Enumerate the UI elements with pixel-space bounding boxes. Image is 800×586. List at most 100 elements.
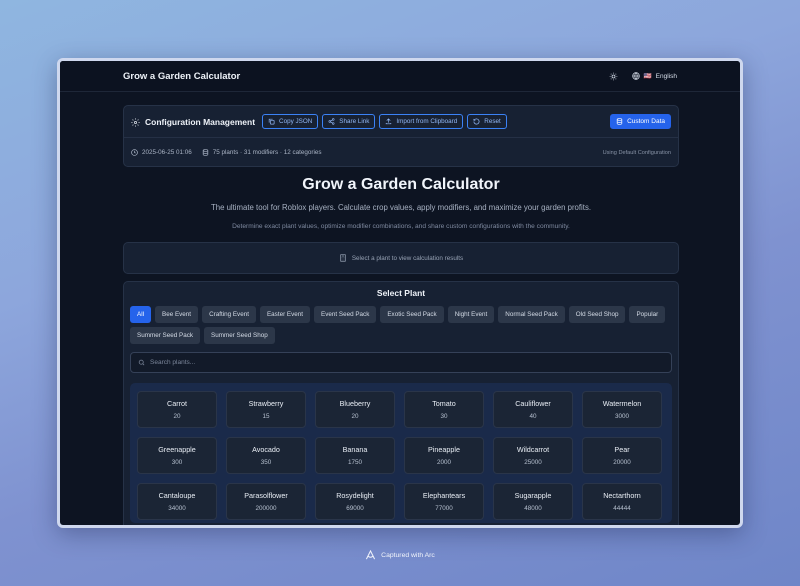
custom-data-button[interactable]: Custom Data — [610, 114, 671, 129]
database-icon — [616, 118, 623, 125]
plant-value: 44444 — [613, 505, 631, 512]
plant-name: Cantaloupe — [158, 491, 196, 500]
language-selector[interactable]: 🇺🇸 English — [631, 72, 677, 80]
plant-card[interactable]: Greenapple 300 — [137, 437, 217, 474]
select-plant-panel: Select Plant All Bee Event Crafting Event E… — [123, 281, 679, 525]
plant-card[interactable]: Elephantears 77000 — [404, 483, 484, 520]
custom-data-label: Custom Data — [627, 118, 665, 125]
reset-button[interactable]: Reset — [467, 114, 507, 129]
plant-card[interactable]: Banana 1750 — [315, 437, 395, 474]
search-box — [130, 352, 672, 373]
clock-icon — [131, 149, 138, 156]
plant-name: Strawberry — [248, 399, 284, 408]
filter-chip[interactable]: Easter Event — [259, 306, 311, 323]
plant-name: Cauliflower — [515, 399, 551, 408]
captured-with-arc: Captured with Arc — [0, 550, 800, 560]
plant-card[interactable]: Nectarthorn 44444 — [582, 483, 662, 520]
search-icon — [138, 354, 145, 372]
configuration-panel: Configuration Management Copy JSON Share… — [123, 105, 679, 167]
copy-json-label: Copy JSON — [279, 118, 313, 125]
config-summary: 75 plants · 31 modifiers · 12 categories — [212, 148, 322, 156]
plant-card[interactable]: Wildcarrot 25000 — [493, 437, 573, 474]
plant-value: 2000 — [436, 459, 451, 466]
top-bar: Grow a Garden Calculator 🇺🇸 English — [60, 61, 740, 92]
share-link-button[interactable]: Share Link — [322, 114, 376, 129]
page-title: Grow a Garden Calculator — [302, 176, 500, 193]
filter-chip[interactable]: Night Event — [447, 306, 495, 323]
globe-icon — [631, 72, 640, 80]
reset-label: Reset — [484, 118, 501, 125]
plant-card[interactable]: Carrot 20 — [137, 391, 217, 428]
plant-value: 20000 — [613, 459, 631, 466]
plant-card[interactable]: Sugarapple 48000 — [493, 483, 573, 520]
config-timestamp: 2025-06-25 01:06 — [142, 148, 192, 156]
filter-chip[interactable]: Summer Seed Pack — [130, 327, 200, 344]
app-title[interactable]: Grow a Garden Calculator — [123, 71, 240, 82]
reset-icon — [473, 118, 480, 125]
plant-name: Greenapple — [158, 445, 196, 454]
plant-value: 40 — [529, 413, 537, 420]
plant-card[interactable]: Tomato 30 — [404, 391, 484, 428]
filter-chip[interactable]: Exotic Seed Pack — [380, 306, 444, 323]
plant-name: Elephantears — [422, 491, 466, 500]
filter-chip[interactable]: Event Seed Pack — [314, 306, 377, 323]
copy-json-button[interactable]: Copy JSON — [262, 114, 319, 129]
plant-card[interactable]: Pear 20000 — [582, 437, 662, 474]
plant-name: Watermelon — [602, 399, 642, 408]
plant-name: Avocado — [252, 445, 280, 454]
plant-card[interactable]: Cantaloupe 34000 — [137, 483, 217, 520]
filter-chip[interactable]: Popular — [629, 306, 666, 323]
plant-value: 20 — [351, 413, 359, 420]
language-label: English — [655, 72, 677, 80]
search-input[interactable] — [150, 359, 664, 366]
plant-card[interactable]: Strawberry 15 — [226, 391, 306, 428]
filter-chip[interactable]: Crafting Event — [202, 306, 256, 323]
filter-chip[interactable]: Normal Seed Pack — [498, 306, 565, 323]
plant-value: 25000 — [524, 459, 542, 466]
plant-name: Pineapple — [428, 445, 460, 454]
plant-value: 350 — [260, 459, 272, 466]
sun-icon[interactable] — [609, 72, 618, 81]
plant-card[interactable]: Parasolflower 200000 — [226, 483, 306, 520]
plant-name: Pear — [614, 445, 630, 454]
captured-label: Captured with Arc — [381, 551, 435, 559]
plant-value: 15 — [262, 413, 270, 420]
plant-value: 48000 — [524, 505, 542, 512]
page-subtitle: The ultimate tool for Roblox players. Ca… — [210, 203, 592, 212]
config-title: Configuration Management — [145, 116, 256, 127]
gear-icon — [131, 116, 140, 127]
share-link-label: Share Link — [339, 118, 370, 125]
select-plant-title: Select Plant — [376, 288, 426, 298]
database-icon — [202, 149, 209, 156]
share-icon — [328, 118, 335, 125]
filter-chip[interactable]: Summer Seed Shop — [204, 327, 275, 344]
copy-icon — [268, 118, 275, 125]
plant-card[interactable]: Watermelon 3000 — [582, 391, 662, 428]
plant-name: Rosydelight — [336, 491, 374, 500]
plant-value: 20 — [173, 413, 181, 420]
import-clipboard-button[interactable]: Import from Clipboard — [379, 114, 464, 129]
plant-value: 77000 — [435, 505, 453, 512]
plant-name: Carrot — [167, 399, 187, 408]
plant-value: 300 — [171, 459, 183, 466]
plant-name: Parasolflower — [244, 491, 288, 500]
plant-card[interactable]: Avocado 350 — [226, 437, 306, 474]
plant-name: Tomato — [432, 399, 456, 408]
config-status: Using Default Configuration — [602, 149, 671, 156]
filter-chip[interactable]: Old Seed Shop — [568, 306, 626, 323]
plant-card[interactable]: Blueberry 20 — [315, 391, 395, 428]
plant-card[interactable]: Pineapple 2000 — [404, 437, 484, 474]
plant-card[interactable]: Rosydelight 69000 — [315, 483, 395, 520]
plant-value: 200000 — [255, 505, 277, 512]
page-description: Determine exact plant values, optimize m… — [232, 223, 570, 230]
plant-name: Wildcarrot — [516, 445, 550, 454]
plant-card[interactable]: Cauliflower 40 — [493, 391, 573, 428]
filter-chip[interactable]: Bee Event — [155, 306, 199, 323]
results-placeholder: Select a plant to view calculation resul… — [351, 254, 464, 262]
plant-value: 3000 — [614, 413, 629, 420]
upload-icon — [385, 118, 392, 125]
category-filters: All Bee Event Crafting Event Easter Event Ev… — [130, 306, 672, 344]
filter-chip[interactable]: All — [130, 306, 151, 323]
browser-window: Grow a Garden Calculator 🇺🇸 English Conf… — [57, 58, 743, 528]
plant-name: Nectarthorn — [603, 491, 641, 500]
